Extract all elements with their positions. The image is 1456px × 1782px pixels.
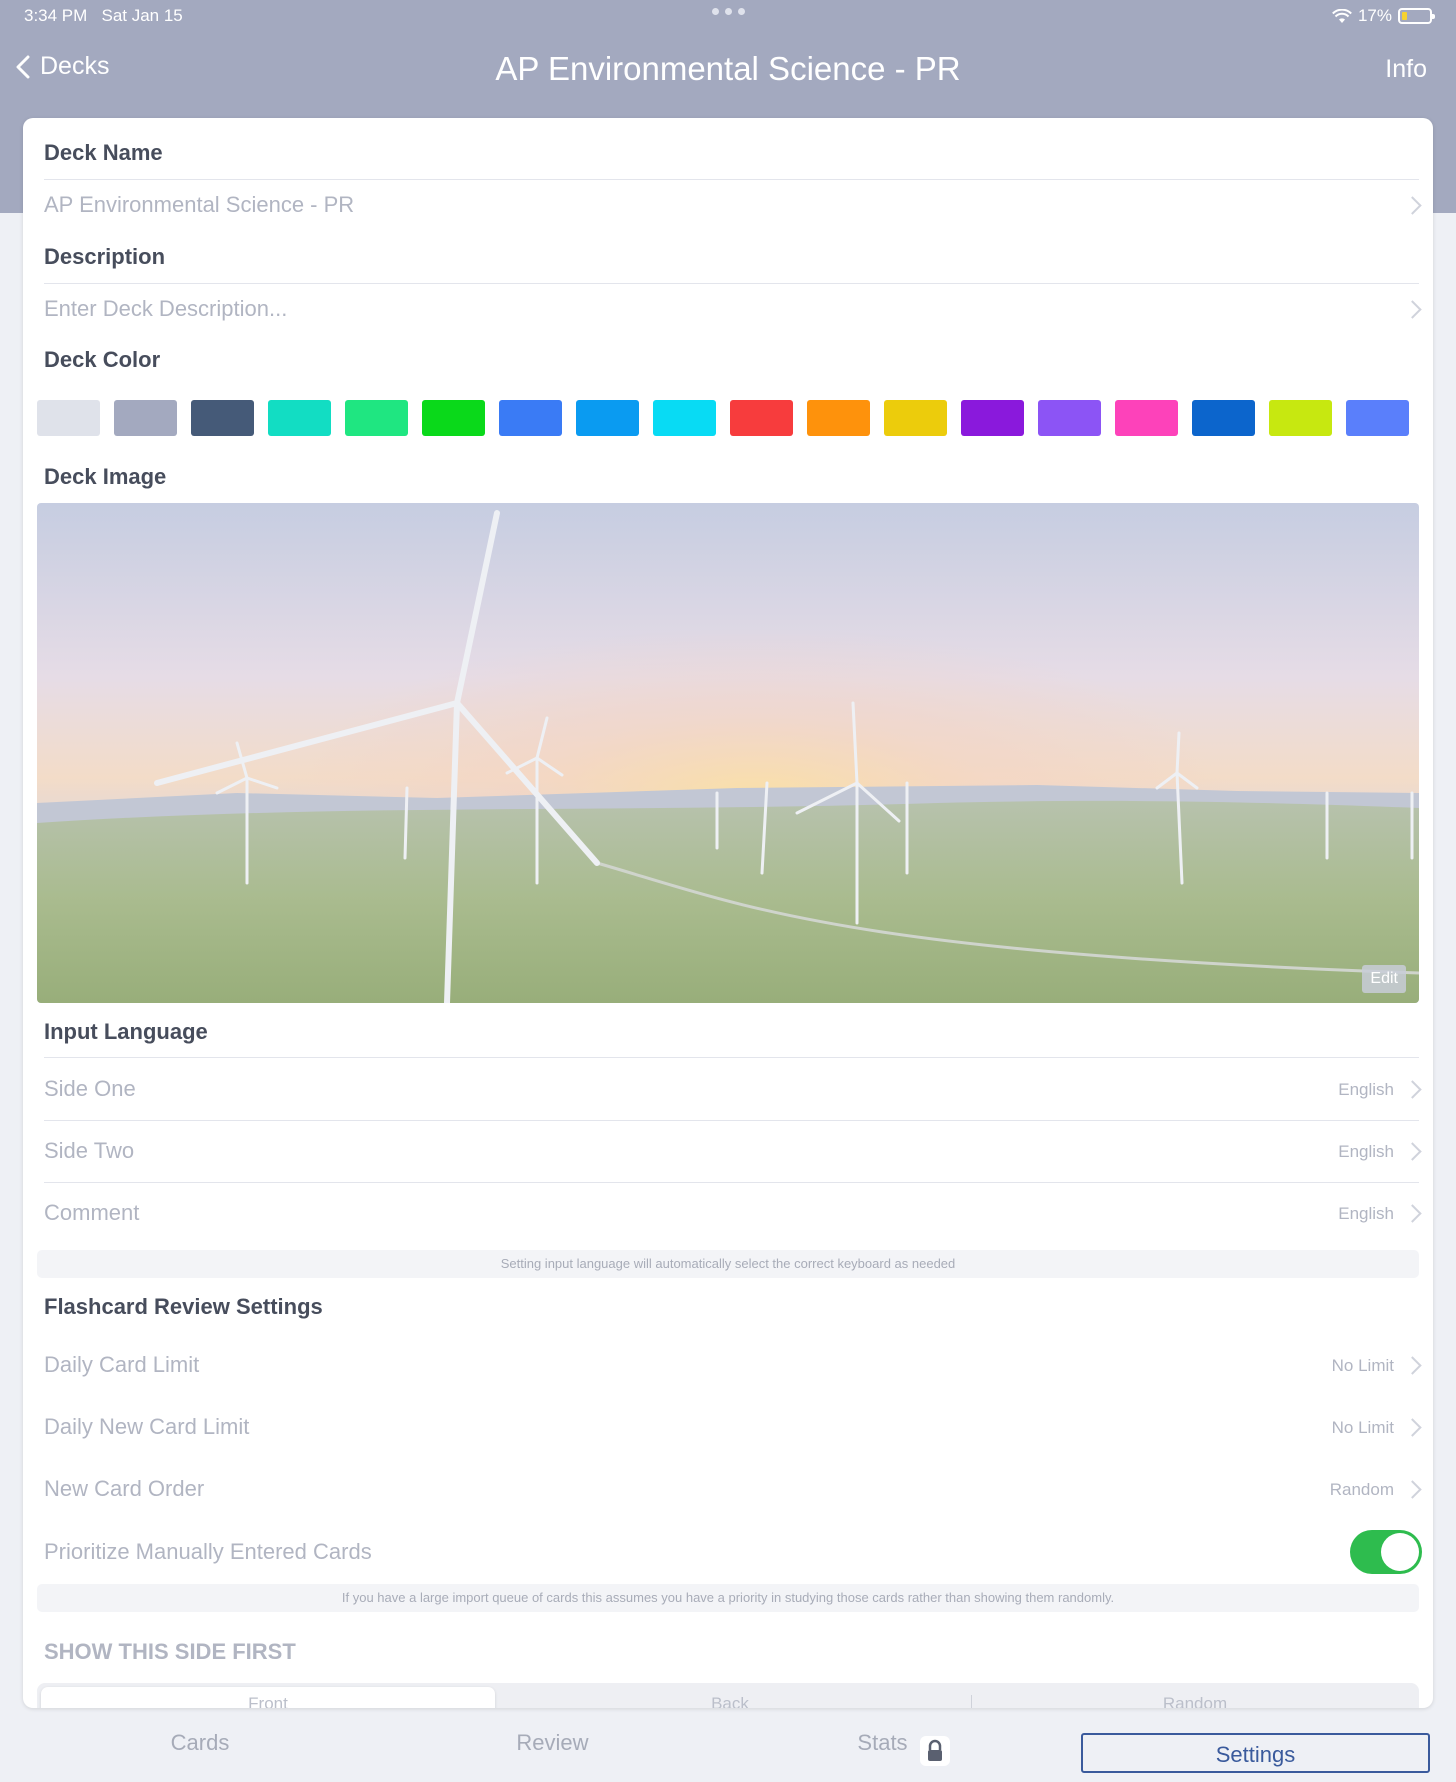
- row-label: Daily Card Limit: [44, 1352, 200, 1377]
- row-label: Daily New Card Limit: [44, 1414, 250, 1439]
- prioritize-toggle[interactable]: [1350, 1530, 1422, 1574]
- tab-stats[interactable]: Stats: [850, 1730, 915, 1756]
- tab-review[interactable]: Review: [500, 1730, 605, 1756]
- status-time: 3:34 PM: [24, 6, 88, 25]
- status-date: Sat Jan 15: [101, 6, 183, 25]
- row-value: No Limit: [1331, 1418, 1394, 1437]
- status-time-date: 3:34 PM Sat Jan 15: [24, 6, 183, 26]
- row-value: English: [1338, 1204, 1394, 1223]
- battery-percent: 17%: [1357, 6, 1392, 25]
- chevron-right-icon: [1403, 1418, 1422, 1437]
- tab-settings[interactable]: Settings: [1081, 1733, 1430, 1773]
- status-indicators: 17%: [1332, 6, 1435, 26]
- language-note: Setting input language will automaticall…: [37, 1250, 1419, 1278]
- chevron-right-icon: [1403, 1142, 1422, 1161]
- prioritize-label: Prioritize Manually Entered Cards: [44, 1539, 372, 1564]
- row-label: New Card Order: [44, 1476, 205, 1501]
- segment-divider: [971, 1695, 972, 1708]
- color-swatch-2[interactable]: [114, 400, 177, 436]
- row-value: English: [1338, 1142, 1394, 1161]
- deck-name-header: Deck Name: [44, 140, 163, 165]
- row-label: Side Two: [44, 1138, 135, 1163]
- segment-random[interactable]: Random: [975, 1687, 1415, 1708]
- color-swatch-1[interactable]: [37, 400, 100, 436]
- description-header: Description: [44, 244, 166, 269]
- lock-icon: [920, 1736, 950, 1766]
- description-placeholder: Enter Deck Description...: [44, 296, 288, 321]
- chevron-right-icon: [1403, 1356, 1422, 1375]
- divider: [44, 283, 1419, 284]
- segment-back[interactable]: Back: [499, 1687, 961, 1708]
- divider: [44, 179, 1419, 180]
- row-label: Side One: [44, 1076, 136, 1101]
- divider: [44, 1120, 1419, 1121]
- toggle-knob: [1381, 1533, 1419, 1571]
- edit-image-button[interactable]: Edit: [1362, 965, 1406, 993]
- row-label: Comment: [44, 1200, 140, 1225]
- wind-turbine-landscape-image: [37, 503, 1419, 1003]
- color-swatch-14[interactable]: [1038, 400, 1101, 436]
- tab-bar: Cards Review Stats Settings: [0, 1714, 1456, 1782]
- color-swatch-11[interactable]: [807, 400, 870, 436]
- row-value: Random: [1329, 1480, 1394, 1499]
- color-swatch-15[interactable]: [1115, 400, 1178, 436]
- input-language-header: Input Language: [44, 1019, 208, 1044]
- show-side-header: SHOW THIS SIDE FIRST: [44, 1639, 296, 1664]
- color-swatch-13[interactable]: [961, 400, 1024, 436]
- wifi-icon: [1332, 8, 1352, 23]
- show-side-segmented-control: Front Back Random: [37, 1683, 1419, 1708]
- segment-front[interactable]: Front: [41, 1687, 495, 1708]
- divider: [44, 1182, 1419, 1183]
- color-swatch-16[interactable]: [1192, 400, 1255, 436]
- color-swatch-17[interactable]: [1269, 400, 1332, 436]
- color-swatch-6[interactable]: [422, 400, 485, 436]
- color-swatch-3[interactable]: [191, 400, 254, 436]
- settings-card: Deck Name AP Environmental Science - PR …: [23, 118, 1433, 1708]
- color-swatch-5[interactable]: [345, 400, 408, 436]
- chevron-right-icon: [1403, 1204, 1422, 1223]
- divider: [44, 1057, 1419, 1058]
- info-button[interactable]: Info: [1385, 55, 1427, 84]
- row-value: English: [1338, 1080, 1394, 1099]
- deck-color-header: Deck Color: [44, 347, 161, 372]
- chevron-right-icon: [1403, 1480, 1422, 1499]
- page-title: AP Environmental Science - PR: [495, 50, 961, 87]
- prioritize-note: If you have a large import queue of card…: [37, 1584, 1419, 1612]
- color-swatch-8[interactable]: [576, 400, 639, 436]
- review-settings-header: Flashcard Review Settings: [44, 1294, 323, 1319]
- deck-name-value: AP Environmental Science - PR: [44, 192, 355, 217]
- battery-icon: [1398, 8, 1435, 24]
- color-swatch-row: [37, 400, 1409, 436]
- color-swatch-7[interactable]: [499, 400, 562, 436]
- color-swatch-10[interactable]: [730, 400, 793, 436]
- chevron-right-icon: [1403, 300, 1422, 319]
- chevron-right-icon: [1403, 1080, 1422, 1099]
- tab-cards[interactable]: Cards: [150, 1730, 250, 1756]
- multitask-dots-icon[interactable]: [712, 8, 745, 15]
- deck-image-header: Deck Image: [44, 464, 167, 489]
- row-value: No Limit: [1331, 1356, 1394, 1375]
- deck-image[interactable]: Edit: [37, 503, 1419, 1003]
- color-swatch-4[interactable]: [268, 400, 331, 436]
- chevron-right-icon: [1403, 196, 1422, 215]
- color-swatch-18[interactable]: [1346, 400, 1409, 436]
- color-swatch-9[interactable]: [653, 400, 716, 436]
- color-swatch-12[interactable]: [884, 400, 947, 436]
